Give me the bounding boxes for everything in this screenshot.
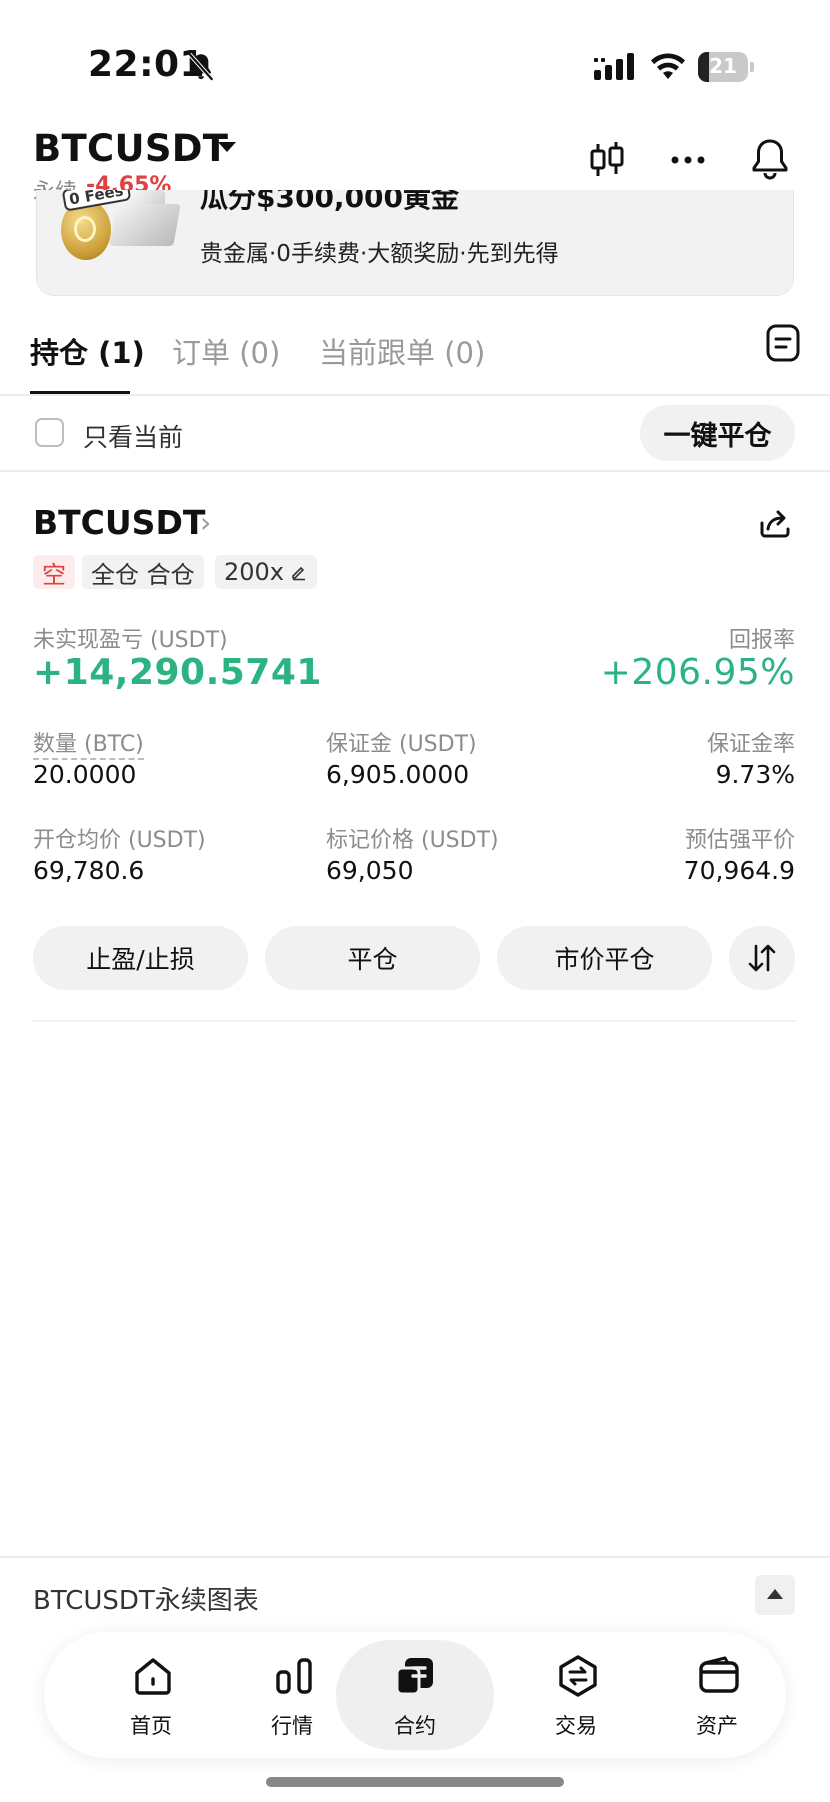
entry-price-value: 69,780.6 <box>33 856 145 885</box>
chart-panel-label[interactable]: BTCUSDT永续图表 <box>33 1580 259 1617</box>
wallet-icon <box>699 1656 739 1693</box>
margin-ratio-label: 保证金率 <box>706 732 795 757</box>
more-icon[interactable] <box>666 138 710 182</box>
wifi-icon <box>651 53 685 79</box>
battery-level: 21 <box>709 54 737 78</box>
quantity-label-text: 数量 (BTC) <box>33 732 144 760</box>
nav-futures[interactable]: 合约 <box>336 1632 494 1758</box>
chevron-right-icon[interactable]: › <box>200 506 211 539</box>
banner-title: 瓜分$300,000黄金 <box>200 190 460 214</box>
margin-mode-label: 全仓 合仓 <box>91 560 195 589</box>
nav-futures-label: 合约 <box>394 1714 436 1738</box>
order-history-icon[interactable] <box>765 323 801 363</box>
roe-value: +206.95% <box>600 652 795 693</box>
nav-trade[interactable]: 交易 <box>506 1632 646 1758</box>
current-only-label: 只看当前 <box>83 423 184 452</box>
tp-sl-button[interactable]: 止盈/止损 <box>33 926 248 990</box>
current-only-checkbox[interactable] <box>35 418 64 447</box>
market-close-button[interactable]: 市价平仓 <box>497 926 712 990</box>
close-position-button[interactable]: 平仓 <box>265 926 480 990</box>
tab-orders[interactable]: 订单 (0) <box>172 330 280 372</box>
pair-title[interactable]: BTCUSDT <box>33 127 228 170</box>
position-symbol[interactable]: BTCUSDT <box>33 503 205 542</box>
swap-arrows-icon <box>748 944 776 972</box>
leverage-value: 200x <box>224 558 285 586</box>
divider <box>0 1556 830 1558</box>
tab-copy-trades[interactable]: 当前跟单 (0) <box>319 330 485 372</box>
margin-ratio-value: 9.73% <box>715 760 795 789</box>
nav-trade-label: 交易 <box>555 1714 597 1738</box>
market-icon <box>276 1658 312 1694</box>
nav-home-label: 首页 <box>130 1714 172 1738</box>
close-all-button[interactable]: 一键平仓 <box>640 405 795 461</box>
mark-price-value: 69,050 <box>326 856 414 885</box>
promo-banner[interactable]: 0 Fees 瓜分$300,000黄金 贵金属·0手续费·大额奖励·先到先得 <box>36 190 794 296</box>
edit-icon <box>292 566 306 581</box>
bell-muted-icon <box>188 52 214 82</box>
margin-mode-tag[interactable]: 全仓 合仓 <box>82 555 204 589</box>
leverage-tag[interactable]: 200x <box>215 555 318 589</box>
unrealized-pnl-value: +14,290.5741 <box>33 652 322 693</box>
side-tag: 空 <box>33 555 75 589</box>
nav-assets-label: 资产 <box>696 1714 738 1738</box>
quantity-value: 20.0000 <box>33 760 137 789</box>
entry-price-label: 开仓均价 (USDT) <box>33 828 206 853</box>
cell-signal-icon <box>594 53 634 80</box>
reverse-position-button[interactable] <box>729 926 795 990</box>
caret-down-icon[interactable] <box>218 142 236 152</box>
futures-icon <box>395 1658 433 1696</box>
candlestick-icon[interactable] <box>585 138 629 182</box>
bell-icon[interactable] <box>748 136 792 180</box>
nav-home[interactable]: 首页 <box>81 1632 221 1758</box>
roe-label: 回报率 <box>728 628 795 653</box>
nav-assets[interactable]: 资产 <box>647 1632 787 1758</box>
divider <box>0 394 830 396</box>
tab-positions[interactable]: 持仓 (1) <box>30 330 145 372</box>
quantity-label: 数量 (BTC) <box>33 726 144 760</box>
silver-bar-image <box>109 204 181 246</box>
liq-price-value: 70,964.9 <box>683 856 795 885</box>
share-icon[interactable] <box>757 505 793 541</box>
divider <box>0 470 830 472</box>
battery-icon: 21 <box>698 52 754 82</box>
trade-icon <box>559 1655 597 1697</box>
liq-price-label: 预估强平价 <box>684 828 795 853</box>
home-indicator[interactable] <box>266 1777 564 1787</box>
margin-value: 6,905.0000 <box>326 760 470 789</box>
expand-chart-icon[interactable] <box>755 1575 795 1615</box>
bottom-nav: 首页 行情 合约 交易 资产 <box>44 1632 786 1758</box>
unrealized-pnl-label: 未实现盈亏 (USDT) <box>33 628 228 653</box>
margin-label: 保证金 (USDT) <box>326 732 477 757</box>
home-icon <box>135 1658 171 1695</box>
divider <box>33 1020 797 1022</box>
banner-subtitle: 贵金属·0手续费·大额奖励·先到先得 <box>200 241 559 267</box>
mark-price-label: 标记价格 (USDT) <box>326 828 499 853</box>
